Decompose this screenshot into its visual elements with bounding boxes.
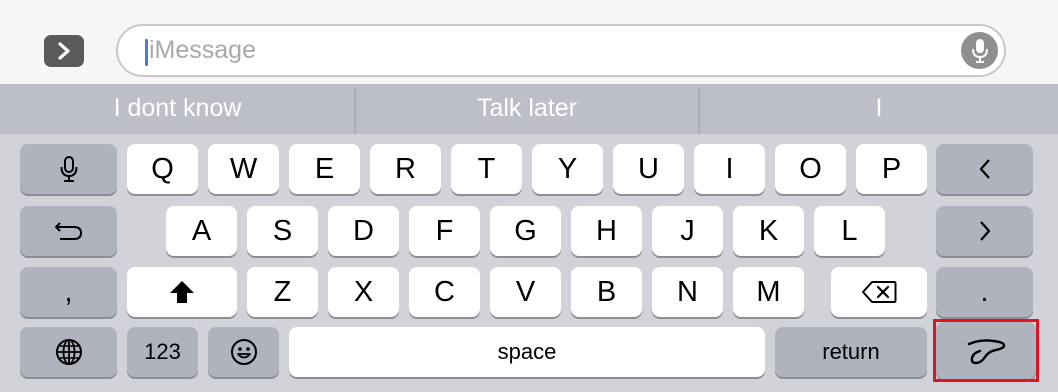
key-u[interactable]: U (613, 144, 684, 194)
chevron-left-icon (979, 159, 990, 179)
comma-key[interactable]: , (20, 267, 117, 317)
key-f[interactable]: F (409, 206, 480, 256)
message-bar: iMessage (0, 0, 1058, 84)
dictation-key[interactable] (20, 144, 117, 194)
key-b[interactable]: B (571, 267, 642, 317)
delete-key[interactable] (831, 267, 927, 317)
key-o[interactable]: O (775, 144, 846, 194)
message-input[interactable]: iMessage (116, 24, 1006, 77)
numbers-key[interactable]: 123 (127, 327, 198, 377)
key-k[interactable]: K (733, 206, 804, 256)
backspace-icon (862, 281, 897, 303)
key-g[interactable]: G (490, 206, 561, 256)
cursor-left-key[interactable] (936, 144, 1033, 194)
shift-arrow-icon (170, 281, 194, 303)
voice-input-button[interactable] (961, 32, 998, 69)
key-z[interactable]: Z (247, 267, 318, 317)
key-v[interactable]: V (490, 267, 561, 317)
key-n[interactable]: N (652, 267, 723, 317)
globe-key[interactable] (20, 327, 117, 377)
key-t[interactable]: T (451, 144, 522, 194)
handwriting-key[interactable] (936, 322, 1036, 379)
suggestion-3[interactable]: I (700, 84, 1058, 134)
undo-key[interactable] (20, 206, 117, 256)
key-q[interactable]: Q (127, 144, 198, 194)
key-e[interactable]: E (289, 144, 360, 194)
handwriting-scribble-icon (967, 338, 1006, 364)
space-key[interactable]: space (289, 327, 765, 377)
emoji-icon (230, 339, 257, 365)
key-m[interactable]: M (733, 267, 804, 317)
cursor-right-key[interactable] (936, 206, 1033, 256)
message-placeholder: iMessage (149, 36, 256, 64)
key-r[interactable]: R (370, 144, 441, 194)
key-j[interactable]: J (652, 206, 723, 256)
return-key[interactable]: return (775, 327, 927, 377)
undo-arrow-icon (54, 222, 82, 240)
key-s[interactable]: S (247, 206, 318, 256)
expand-apps-button[interactable] (44, 35, 84, 67)
key-a[interactable]: A (166, 206, 237, 256)
shift-key[interactable] (127, 267, 237, 317)
key-i[interactable]: I (694, 144, 765, 194)
key-y[interactable]: Y (532, 144, 603, 194)
key-d[interactable]: D (328, 206, 399, 256)
suggestion-2[interactable]: Talk later (356, 84, 698, 134)
emoji-key[interactable] (208, 327, 279, 377)
text-cursor (145, 39, 148, 66)
key-l[interactable]: L (814, 206, 885, 256)
suggestion-1[interactable]: I dont know (0, 84, 355, 134)
key-p[interactable]: P (856, 144, 927, 194)
predictive-text-bar: I dont know Talk later I (0, 84, 1058, 134)
period-key[interactable]: . (936, 267, 1033, 317)
key-w[interactable]: W (208, 144, 279, 194)
chevron-right-icon (58, 42, 70, 60)
key-h[interactable]: H (571, 206, 642, 256)
microphone-icon (60, 156, 77, 182)
key-x[interactable]: X (328, 267, 399, 317)
globe-icon (55, 339, 82, 365)
chevron-right-icon (979, 221, 990, 241)
key-c[interactable]: C (409, 267, 480, 317)
microphone-icon (971, 38, 988, 63)
